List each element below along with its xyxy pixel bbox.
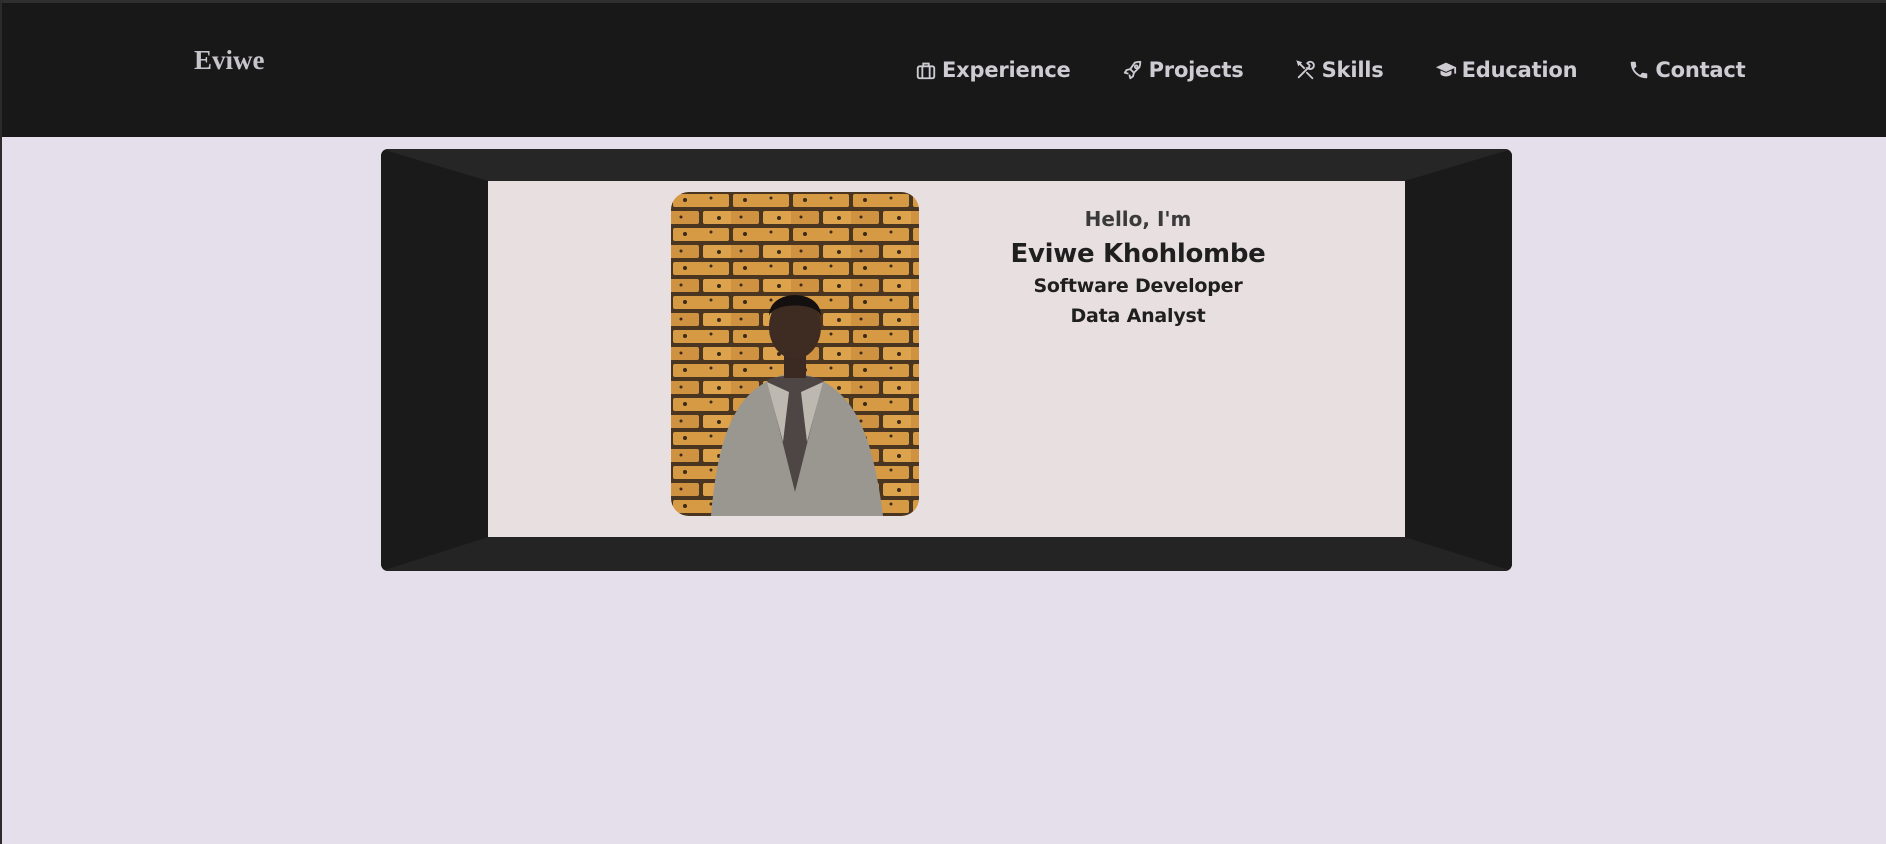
graduation-cap-icon: [1434, 58, 1458, 82]
role-data-analyst: Data Analyst: [1070, 305, 1206, 327]
hero-card: Hello, I'm Eviwe Khohlombe Software Deve…: [488, 181, 1405, 537]
nav-skills-link[interactable]: Skills: [1294, 58, 1384, 82]
person-name: Eviwe Khohlombe: [1010, 239, 1266, 269]
nav-skills-label: Skills: [1321, 58, 1384, 82]
nav-education-link[interactable]: Education: [1434, 58, 1578, 82]
profile-photo: [671, 192, 919, 516]
nav-projects-link[interactable]: Projects: [1121, 58, 1244, 82]
nav-contact-label: Contact: [1655, 58, 1746, 82]
rocket-icon: [1121, 58, 1145, 82]
nav-experience-link[interactable]: Experience: [914, 58, 1071, 82]
brand-logo-text[interactable]: Eviwe: [194, 45, 265, 76]
hero-frame: Hello, I'm Eviwe Khohlombe Software Deve…: [381, 149, 1512, 571]
main-nav: Experience Projects Skills Education Con…: [914, 58, 1746, 82]
nav-projects-label: Projects: [1148, 58, 1244, 82]
nav-experience-label: Experience: [942, 58, 1071, 82]
role-software-developer: Software Developer: [1033, 275, 1243, 297]
greeting-text: Hello, I'm: [1084, 207, 1192, 231]
page: Eviwe Experience Projects Skills Educati…: [0, 0, 1886, 844]
intro-block: Hello, I'm Eviwe Khohlombe Software Deve…: [978, 207, 1298, 335]
nav-contact-link[interactable]: Contact: [1627, 58, 1746, 82]
tools-icon: [1294, 58, 1318, 82]
phone-icon: [1627, 58, 1651, 82]
briefcase-icon: [914, 58, 938, 82]
navbar: Eviwe Experience Projects Skills Educati…: [2, 3, 1886, 137]
nav-education-label: Education: [1461, 58, 1578, 82]
